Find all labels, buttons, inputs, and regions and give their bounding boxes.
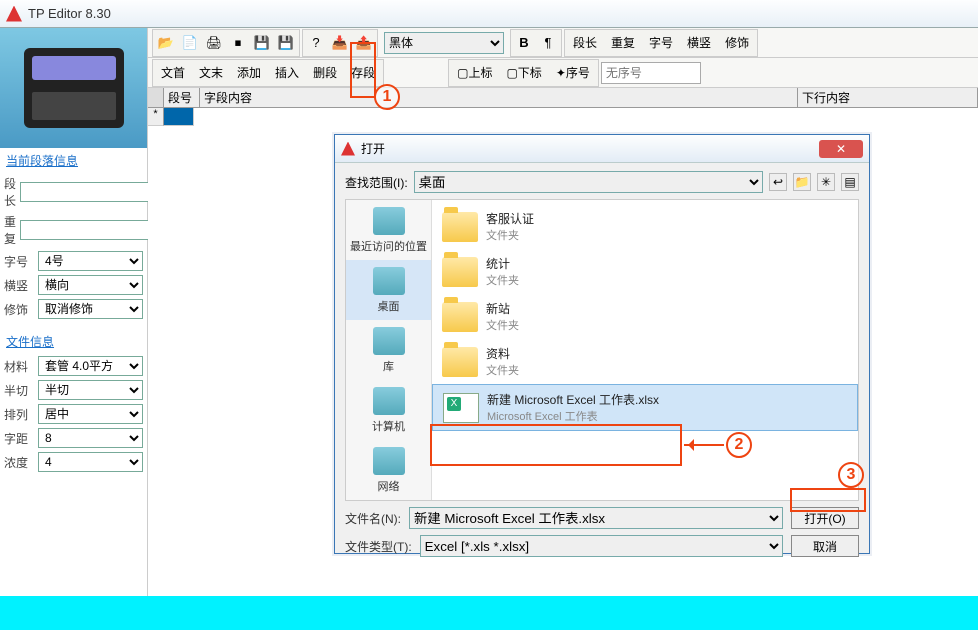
place-library[interactable]: 库 — [346, 320, 431, 380]
file-list[interactable]: 客服认证文件夹 统计文件夹 新站文件夹 资料文件夹 新建 Microsoft E… — [432, 200, 858, 500]
label-spacing: 字距 — [4, 430, 34, 447]
place-recent[interactable]: 最近访问的位置 — [346, 200, 431, 260]
filetype-select[interactable]: Excel [*.xls *.xlsx] — [420, 535, 783, 557]
label-decor: 修饰 — [4, 301, 34, 318]
save-icon[interactable]: 💾 — [250, 31, 274, 55]
dialog-titlebar[interactable]: 打开 ✕ — [335, 135, 869, 163]
select-density[interactable]: 4 — [38, 452, 143, 472]
list-item[interactable]: 资料文件夹 — [432, 339, 858, 384]
bold-icon[interactable]: B — [512, 31, 536, 55]
list-item[interactable]: 客服认证文件夹 — [432, 204, 858, 249]
stop-icon[interactable]: ⏹ — [226, 31, 250, 55]
list-item[interactable]: 新站文件夹 — [432, 294, 858, 339]
btn-fontsize[interactable]: 字号 — [642, 31, 680, 55]
list-item[interactable]: 统计文件夹 — [432, 249, 858, 294]
help-icon[interactable]: ? — [304, 31, 328, 55]
place-desktop[interactable]: 桌面 — [346, 260, 431, 320]
up-icon[interactable]: 📁 — [793, 173, 811, 191]
col-content: 字段内容 — [200, 88, 798, 107]
device-image — [0, 28, 147, 148]
open-button[interactable]: 打开(O) — [791, 507, 859, 529]
lookin-select[interactable]: 桌面 — [414, 171, 763, 193]
label-material: 材料 — [4, 358, 34, 375]
select-spacing[interactable]: 8 — [38, 428, 143, 448]
excel-icon — [443, 393, 479, 423]
import-icon[interactable]: 📥 — [328, 31, 352, 55]
font-select[interactable]: 黑体 — [384, 32, 504, 54]
select-fontsize[interactable]: 4号 — [38, 251, 143, 271]
dialog-title-text: 打开 — [361, 140, 385, 157]
btn-decor[interactable]: 修饰 — [718, 31, 756, 55]
status-footer — [0, 596, 978, 630]
active-cell[interactable] — [164, 108, 194, 126]
select-decor[interactable]: 取消修饰 — [38, 299, 143, 319]
label-seglen: 段长 — [4, 175, 16, 209]
folder-icon — [442, 257, 478, 287]
btn-add[interactable]: 添加 — [230, 61, 268, 85]
select-orient[interactable]: 横向 — [38, 275, 143, 295]
label-orient: 横竖 — [4, 277, 34, 294]
btn-seglen[interactable]: 段长 — [566, 31, 604, 55]
label-density: 浓度 — [4, 454, 34, 471]
folder-icon — [442, 212, 478, 242]
app-title: TP Editor 8.30 — [28, 6, 111, 21]
file-info-title: 文件信息 — [0, 329, 147, 354]
print-icon[interactable]: 🖨 — [202, 31, 226, 55]
titlebar: TP Editor 8.30 — [0, 0, 978, 28]
select-align[interactable]: 居中 — [38, 404, 143, 424]
place-network[interactable]: 网络 — [346, 440, 431, 500]
folder-icon — [442, 302, 478, 332]
close-icon[interactable]: ✕ — [819, 140, 863, 158]
btn-subscript[interactable]: ▢ 下标 — [499, 61, 548, 85]
back-icon[interactable]: ↩ — [769, 173, 787, 191]
saveas-icon[interactable]: 💾 — [274, 31, 298, 55]
list-item-selected[interactable]: 新建 Microsoft Excel 工作表.xlsxMicrosoft Exc… — [432, 384, 858, 431]
row-head[interactable]: * — [148, 108, 164, 126]
select-material[interactable]: 套管 4.0平方 — [38, 356, 143, 376]
new-icon[interactable]: 📄 — [178, 31, 202, 55]
views-icon[interactable]: ▤ — [841, 173, 859, 191]
btn-sequence[interactable]: ✦ 序号 — [549, 61, 597, 85]
col-segno: 段号 — [164, 88, 200, 107]
label-align: 排列 — [4, 406, 34, 423]
filetype-label: 文件类型(T): — [345, 538, 412, 555]
sidebar: 当前段落信息 段长 重复 字号4号 横竖横向 修饰取消修饰 文件信息 材料套管 … — [0, 28, 148, 598]
btn-home[interactable]: 文首 — [154, 61, 192, 85]
btn-superscript[interactable]: ▢ 上标 — [450, 61, 499, 85]
btn-delseg[interactable]: 删段 — [306, 61, 344, 85]
app-icon — [6, 6, 22, 22]
open-dialog: 打开 ✕ 查找范围(I): 桌面 ↩ 📁 ✳ ▤ 最近访问的位置 桌面 库 计算… — [334, 134, 870, 554]
newfolder-icon[interactable]: ✳ — [817, 173, 835, 191]
folder-icon — [442, 347, 478, 377]
open-icon[interactable]: 📂 — [154, 31, 178, 55]
paragraph-info-title: 当前段落信息 — [0, 148, 147, 173]
btn-insert[interactable]: 插入 — [268, 61, 306, 85]
btn-saveseg[interactable]: 存段 — [344, 61, 382, 85]
lookin-label: 查找范围(I): — [345, 174, 408, 191]
filename-select[interactable]: 新建 Microsoft Excel 工作表.xlsx — [409, 507, 783, 529]
pilcrow-icon[interactable]: ¶ — [536, 31, 560, 55]
cancel-button[interactable]: 取消 — [791, 535, 859, 557]
sequence-input[interactable] — [601, 62, 701, 84]
btn-repeat[interactable]: 重复 — [604, 31, 642, 55]
btn-orient[interactable]: 横竖 — [680, 31, 718, 55]
places-bar: 最近访问的位置 桌面 库 计算机 网络 — [346, 200, 432, 500]
filename-label: 文件名(N): — [345, 510, 401, 527]
col-next: 下行内容 — [798, 88, 978, 107]
select-halfcut[interactable]: 半切 — [38, 380, 143, 400]
label-fontsize: 字号 — [4, 253, 34, 270]
label-repeat: 重复 — [4, 213, 16, 247]
dialog-icon — [341, 142, 355, 156]
btn-end[interactable]: 文末 — [192, 61, 230, 85]
export-icon[interactable]: 📤 — [352, 31, 376, 55]
toolbar-row-2: 文首 文末 添加 插入 删段 存段 ▢ 上标 ▢ 下标 ✦ 序号 — [148, 58, 978, 88]
place-computer[interactable]: 计算机 — [346, 380, 431, 440]
toolbar-row-1: 📂 📄 🖨 ⏹ 💾 💾 ? 📥 📤 黑体 B ¶ 段长 重复 字号 — [148, 28, 978, 58]
label-halfcut: 半切 — [4, 382, 34, 399]
